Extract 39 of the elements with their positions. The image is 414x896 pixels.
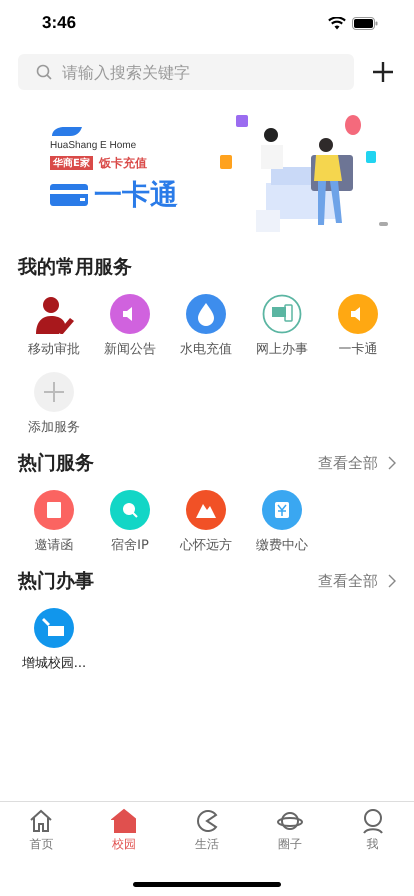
section-title: 热门办事: [18, 569, 94, 594]
brand-tag: 华商E家: [50, 156, 93, 170]
battery-icon: [352, 16, 378, 30]
section-title: 我的常用服务: [18, 255, 133, 280]
tab[interactable]: 校园: [94, 808, 154, 858]
service-item[interactable]: 缴费中心: [244, 490, 320, 554]
service-item[interactable]: 邀请函: [16, 490, 92, 554]
status-time: 3:46: [42, 13, 76, 33]
logo-icon: [50, 126, 82, 136]
section-title: 热门服务: [18, 451, 94, 476]
service-item[interactable]: 增城校园...: [16, 608, 92, 672]
view-all-link[interactable]: 查看全部: [318, 454, 396, 472]
add-icon[interactable]: [372, 61, 394, 83]
banner[interactable]: HuaShang E Home 华商E家 饭卡充值 一卡通: [18, 100, 396, 240]
banner-headline: 一卡通: [94, 176, 178, 212]
service-item[interactable]: 水电充值: [168, 294, 244, 358]
search-icon: [36, 64, 52, 80]
tab[interactable]: 首页: [11, 808, 72, 858]
chevron-icon: [388, 574, 396, 588]
brand-name: HuaShang E Home: [50, 140, 138, 150]
view-all-link[interactable]: 查看全部: [318, 572, 396, 590]
chevron-icon: [388, 456, 396, 470]
service-item[interactable]: 一卡通: [320, 294, 396, 358]
tab[interactable]: 生活: [176, 808, 237, 858]
tab[interactable]: 我: [342, 808, 403, 858]
service-item[interactable]: 移动审批: [16, 294, 92, 358]
tab-icon: [28, 808, 54, 834]
search-field[interactable]: 请输入搜索关键字: [18, 54, 354, 90]
service-item[interactable]: 网上办事: [244, 294, 320, 358]
card-icon: [50, 184, 88, 206]
service-item[interactable]: 心怀远方: [168, 490, 244, 554]
tab-icon: [111, 808, 138, 834]
service-item[interactable]: 宿舍IP: [92, 490, 168, 554]
service-item[interactable]: 新闻公告: [92, 294, 168, 358]
wifi-icon: [328, 16, 346, 30]
service-item[interactable]: 添加服务: [16, 372, 92, 436]
tab[interactable]: 圈子: [260, 808, 320, 858]
page-indicator: [379, 222, 388, 226]
banner-slogan: 饭卡充值: [98, 154, 147, 172]
